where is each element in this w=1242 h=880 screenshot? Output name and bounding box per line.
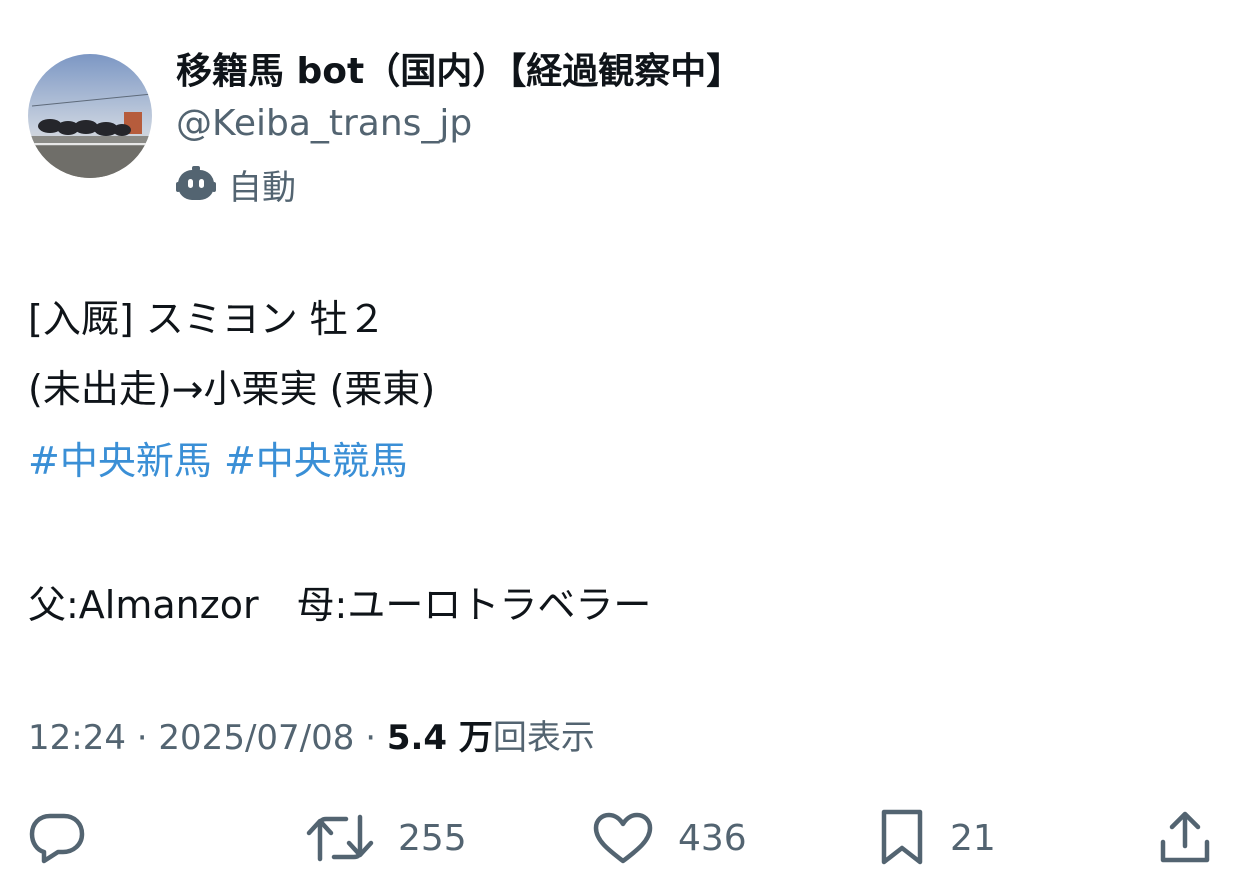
reply-button[interactable] [28, 800, 86, 876]
views-count: 5.4 万 [386, 718, 493, 758]
user-handle[interactable]: @Keiba_trans_jp [176, 100, 472, 148]
meta-separator: · [136, 718, 148, 758]
tweet-text-line-1: [入厩] スミヨン 牡２ [28, 297, 386, 341]
hashtag-row: #中央新馬 #中央競馬 [28, 434, 408, 488]
automated-label[interactable]: 自動 [176, 160, 296, 208]
display-name[interactable]: 移籍馬 bot（国内）【経過観察中】 [176, 46, 742, 98]
tweet-meta: 12:24 · 2025/07/08 · 5.4 万回表示 [28, 714, 595, 762]
share-button[interactable] [1158, 800, 1212, 876]
tweet-date[interactable]: 2025/07/08 [158, 718, 354, 758]
bookmark-count: 21 [950, 817, 996, 859]
avatar-image [28, 54, 152, 178]
automated-label-text: 自動 [228, 167, 296, 208]
like-button[interactable]: 436 [592, 800, 747, 876]
bookmark-button[interactable]: 21 [878, 800, 996, 876]
hashtag-link[interactable]: #中央競馬 [224, 439, 408, 483]
hashtag-link[interactable]: #中央新馬 [28, 439, 212, 483]
retweet-count: 255 [398, 817, 467, 859]
like-count: 436 [678, 817, 747, 859]
meta-separator: · [365, 718, 377, 758]
views-label: 回表示 [492, 718, 595, 758]
bookmark-icon [881, 809, 923, 865]
share-icon [1160, 811, 1210, 863]
bot-icon [176, 166, 216, 200]
tweet-time[interactable]: 12:24 [28, 718, 126, 758]
reply-icon [29, 813, 85, 864]
retweet-icon [306, 814, 374, 862]
avatar[interactable] [28, 54, 152, 178]
action-bar: 255 436 21 [0, 800, 1242, 876]
heart-icon [593, 812, 653, 864]
tweet-text-line-2: (未出走)→小栗実 (栗東) [28, 367, 436, 411]
tweet-text-line-4: 父:Almanzor 母:ユーロトラベラー [28, 583, 652, 627]
retweet-button[interactable]: 255 [306, 800, 467, 876]
